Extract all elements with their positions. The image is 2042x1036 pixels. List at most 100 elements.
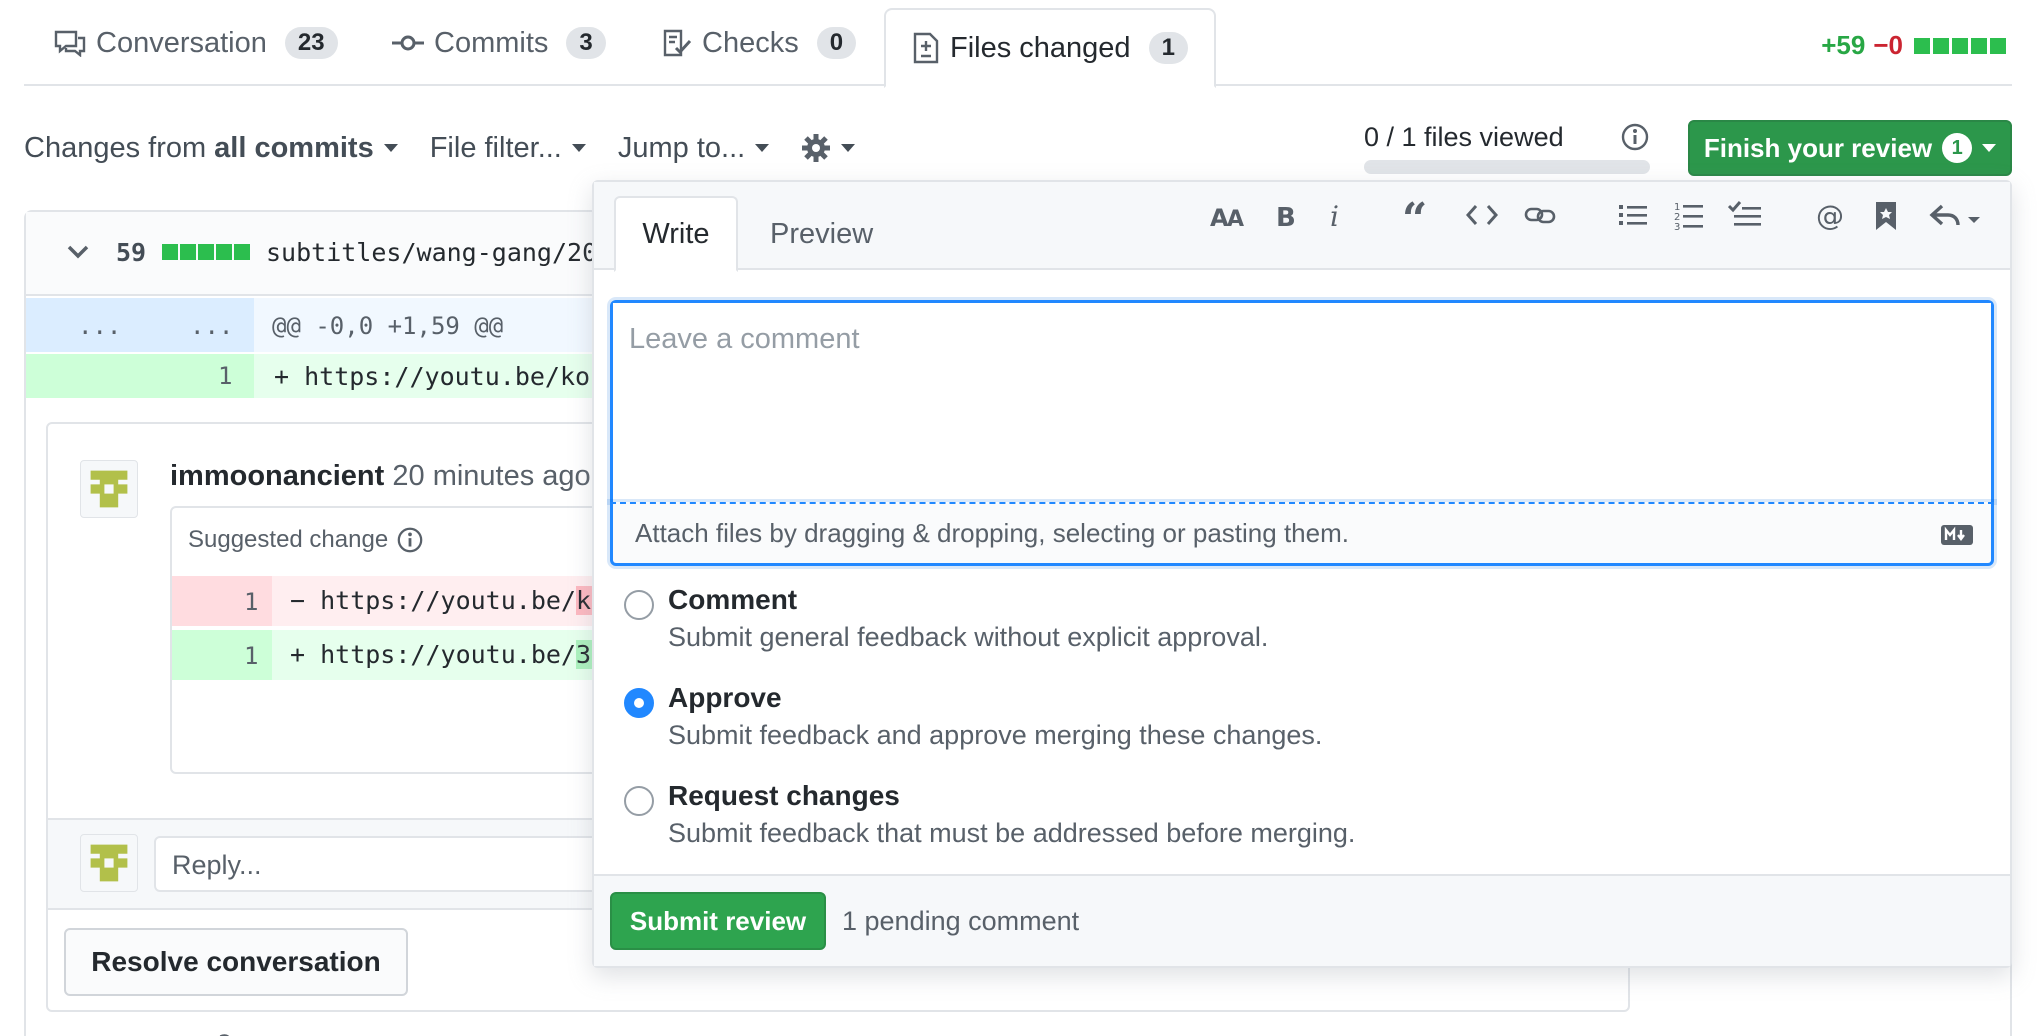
pending-count-badge: 1 [1942,133,1973,163]
file-diff-icon [912,32,940,64]
jump-to-dropdown[interactable]: Jump to... [617,131,770,165]
svg-text:“: “ [1402,200,1427,230]
comment-time[interactable]: 20 minutes ago [392,460,590,492]
tab-label: Conversation [96,26,267,59]
tab-label: Files changed [950,31,1131,64]
quote-icon[interactable]: “ [1402,200,1436,230]
option-description: Submit feedback that must be addressed b… [668,818,1356,848]
changes-value: all commits [214,131,374,164]
file-line-count: 59 [116,238,147,267]
tab-count: 0 [816,27,857,59]
avatar [80,834,138,892]
caret-down-icon [1982,144,1997,152]
svg-text:3: 3 [1674,222,1680,232]
code-icon[interactable] [1466,200,1498,230]
tab-label: Checks [702,26,799,59]
comment-textarea[interactable] [613,303,1991,502]
tab-count: 1 [1148,32,1188,64]
finish-review-label: Finish your review [1703,132,1933,163]
line-number: 2 [218,1030,232,1036]
file-filter-dropdown[interactable]: File filter... [430,132,586,165]
tab-commits[interactable]: Commits 3 [392,0,606,86]
bold-icon[interactable]: B [1274,200,1298,230]
git-commit-icon [392,33,424,53]
diff-stat: +59 −0 [1821,30,2006,61]
line-number: 1 [244,588,259,616]
tab-label: Commits [434,26,549,59]
pr-toolbar: Changes from all commits File filter... … [24,128,887,168]
option-description: Submit feedback and approve merging thes… [668,720,1323,750]
numbered-list-icon[interactable]: 123 [1674,200,1704,232]
file-path[interactable]: subtitles/wang-gang/20 [266,238,597,267]
review-popover [592,180,2012,968]
finish-review-button[interactable]: Finish your review 1 [1688,120,2012,176]
option-title: Request changes [668,780,900,811]
option-description: Submit general feedback without explicit… [668,622,1269,652]
changes-prefix: Changes from [24,131,207,164]
svg-text:@: @ [1816,200,1844,230]
deleted-line-text: − https://youtu.be/ko [290,586,607,615]
caret-down-icon [841,144,856,152]
hunk-header: @@ -0,0 +1,59 @@ [272,312,504,340]
info-icon[interactable] [396,526,424,554]
tab-write[interactable]: Write [614,196,738,272]
comment-discussion-icon [54,29,86,57]
markdown-icon[interactable] [1940,524,1974,546]
suggested-change-label: Suggested change [188,526,389,553]
gear-icon [801,133,831,163]
radio-approve[interactable] [624,688,654,718]
attach-files-dropzone[interactable]: Attach files by dragging & dropping, sel… [610,502,1994,566]
additions-count: +59 [1821,30,1866,60]
pending-comment-count: 1 pending comment [842,906,1080,936]
hunk-right-ellipsis: ... [190,312,234,340]
caret-down-icon [755,144,770,152]
diff-settings-dropdown[interactable] [801,133,856,163]
svg-text:B: B [1276,203,1296,230]
tab-count: 3 [566,27,606,59]
resolve-conversation-button[interactable]: Resolve conversation [64,928,408,996]
text-size-icon[interactable]: AA [1210,200,1246,230]
tab-count: 23 [284,27,338,59]
added-line-prefix: + https://youtu.be/ [290,640,576,669]
italic-icon[interactable]: i [1326,200,1346,230]
deletions-count: −0 [1873,30,1903,60]
info-icon[interactable] [1620,122,1650,152]
link-icon[interactable] [1524,200,1556,230]
collapse-chevron-icon[interactable] [66,242,90,262]
file-filter-label: File filter... [429,131,562,164]
checklist-icon [662,28,692,58]
file-diffstat-bar [162,244,250,260]
files-viewed-label: 0 / 1 files viewed [1364,122,1564,152]
submit-review-button[interactable]: Submit review [610,892,826,950]
changes-from-dropdown[interactable]: Changes from all commits [24,132,398,165]
line-number: 1 [244,642,259,670]
suggested-change-header: Suggested change [188,526,424,554]
option-title: Approve [668,682,782,713]
task-list-icon[interactable] [1728,200,1762,230]
deleted-line-prefix: − https://youtu.be/ [290,586,576,615]
mention-icon[interactable]: @ [1816,200,1846,230]
comment-textarea-wrapper [610,300,1994,502]
caret-down-icon [571,144,586,152]
hunk-left-ellipsis: ... [78,312,122,340]
avatar[interactable] [80,460,138,518]
comment-author[interactable]: immoonancient [170,460,384,492]
radio-comment[interactable] [624,590,654,620]
line-number: 1 [218,362,233,390]
added-line-text: + https://youtu.be/3E [290,640,607,669]
radio-request-changes[interactable] [624,786,654,816]
tab-files-changed[interactable]: Files changed 1 [884,8,1216,88]
tab-conversation[interactable]: Conversation 23 [54,0,338,86]
saved-reply-icon[interactable] [1874,200,1898,232]
option-title: Comment [668,584,798,615]
reply-arrow-dropdown-icon[interactable] [1928,200,1986,230]
files-viewed-progress [1364,160,1650,174]
jump-to-label: Jump to... [617,131,746,164]
tab-checks[interactable]: Checks 0 [662,0,857,86]
bulleted-list-icon[interactable] [1618,200,1648,230]
attach-files-hint: Attach files by dragging & dropping, sel… [635,518,1349,548]
tab-preview[interactable]: Preview [770,196,873,272]
comment-header: immoonancient 20 minutes ago [170,460,591,493]
reply-input[interactable]: Reply... [154,836,614,892]
svg-text:i: i [1330,200,1339,230]
